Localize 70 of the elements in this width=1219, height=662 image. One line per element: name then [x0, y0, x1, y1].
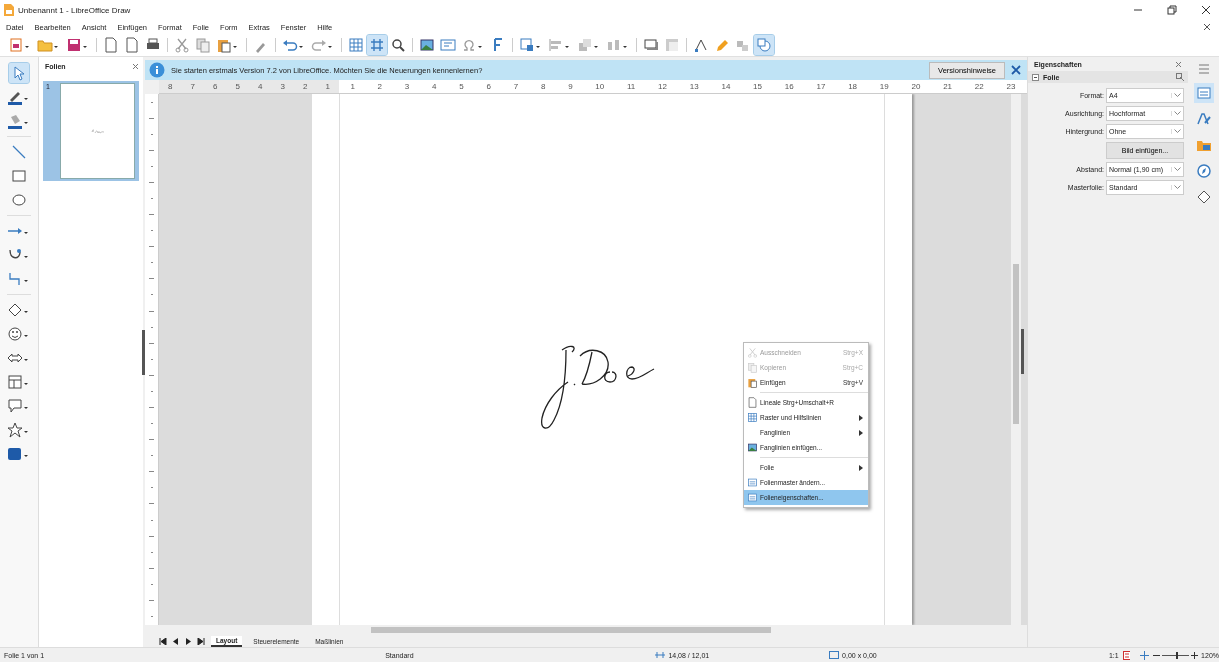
- ruler-number: 20: [911, 81, 921, 93]
- ruler-number: 19: [879, 81, 889, 93]
- grid-icon: [746, 412, 758, 423]
- chevron-down-icon: [1171, 93, 1183, 98]
- ruler-number: 16: [784, 81, 794, 93]
- info-icon: [149, 62, 165, 78]
- first-page-icon[interactable]: [159, 637, 167, 645]
- next-page-icon[interactable]: [185, 637, 191, 645]
- collapse-icon[interactable]: [1032, 73, 1039, 81]
- close-document-icon[interactable]: [1203, 23, 1211, 31]
- restore-icon[interactable]: [1167, 5, 1177, 15]
- ruler-number: 3: [404, 81, 410, 93]
- ruler-number: 6: [486, 81, 491, 93]
- ruler-number: 7: [190, 81, 195, 93]
- ruler-number: 4: [432, 81, 437, 93]
- position-icon: [655, 651, 666, 659]
- vertical-scrollbar[interactable]: [1011, 94, 1021, 625]
- ruler-number: 2: [303, 81, 308, 93]
- ruler-number: 6: [213, 81, 218, 93]
- document-modified-icon[interactable]: [1122, 650, 1131, 660]
- slide-properties-icon: [746, 492, 758, 503]
- last-page-icon[interactable]: [197, 637, 205, 645]
- submenu-arrow-icon: [859, 464, 863, 471]
- zoom-slider-thumb[interactable]: [1175, 651, 1178, 659]
- ruler-number: 9: [568, 81, 573, 93]
- scissors-icon: [746, 347, 758, 358]
- ruler-number: 18: [848, 81, 858, 93]
- submenu-arrow-icon: [859, 414, 863, 421]
- ruler-number: 13: [689, 81, 699, 93]
- copy-icon[interactable]: [193, 35, 213, 55]
- slide-master-icon: [746, 477, 758, 488]
- chevron-down-icon: [1171, 129, 1183, 134]
- ruler-number: 15: [753, 81, 762, 93]
- pointer-icon[interactable]: [9, 63, 29, 83]
- glue-points-icon[interactable]: [754, 35, 774, 55]
- ruler-number: 12: [658, 81, 667, 93]
- ruler-number: 8: [168, 81, 173, 93]
- ruler-number: 21: [943, 81, 953, 93]
- fit-page-icon[interactable]: [1140, 650, 1150, 660]
- app-logo-icon: [4, 4, 14, 16]
- ruler-number: 2: [377, 81, 383, 93]
- signature-drawing: [90, 128, 105, 134]
- ruler-number: 3: [280, 81, 285, 93]
- more-options-icon[interactable]: [1176, 73, 1184, 81]
- window-title: Unbenannt 1 - LibreOffice Draw: [18, 5, 131, 15]
- clipboard-icon: [746, 377, 758, 388]
- chevron-down-icon: [1171, 111, 1183, 116]
- ruler-number: 17: [816, 81, 826, 93]
- chevron-down-icon: [1171, 185, 1183, 190]
- ruler-number: 1: [325, 81, 330, 93]
- size-icon: [829, 651, 840, 659]
- ruler-number: 10: [595, 81, 605, 93]
- zoom-in-icon[interactable]: [1191, 651, 1199, 659]
- ruler-number: 14: [721, 81, 731, 93]
- ruler-number: 7: [513, 81, 519, 93]
- ruler-number: 22: [974, 81, 984, 93]
- ruler-number: 4: [258, 81, 263, 93]
- previous-page-icon[interactable]: [173, 637, 179, 645]
- ruler-number: 11: [627, 81, 636, 93]
- chevron-down-icon: [1171, 167, 1183, 172]
- ruler-number: 8: [540, 81, 546, 93]
- ruler-number: 23: [1006, 81, 1016, 93]
- copy-icon: [746, 362, 758, 373]
- grid-icon[interactable]: [346, 35, 366, 55]
- ruler-number: 1: [350, 81, 355, 93]
- submenu-arrow-icon: [859, 429, 863, 436]
- properties-icon[interactable]: [1193, 83, 1214, 103]
- ruler-number: 5: [459, 81, 464, 93]
- close-icon[interactable]: [1201, 5, 1211, 15]
- ruler-number: 5: [235, 81, 240, 93]
